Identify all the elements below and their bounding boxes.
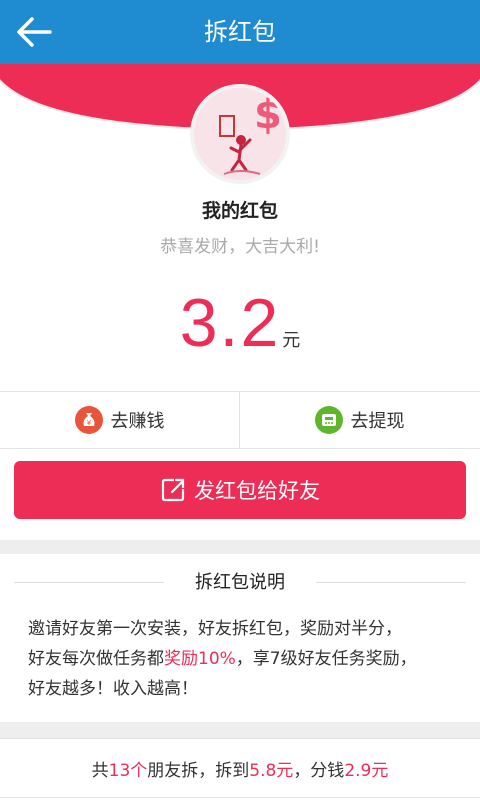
explain-section-title: 拆红包说明 bbox=[0, 568, 480, 598]
send-red-packet-button[interactable]: 发红包给好友 bbox=[14, 461, 466, 519]
avatar: $ bbox=[190, 84, 290, 184]
amount-unit: 元 bbox=[282, 330, 301, 351]
friend-count: 13个 bbox=[108, 760, 148, 781]
explain-line-1: 邀请好友第一次安装，好友拆红包，奖励对半分， bbox=[28, 619, 402, 639]
amount-got: 5.8元 bbox=[249, 760, 294, 781]
withdraw-button[interactable]: 去提现 bbox=[240, 392, 479, 448]
explain-line-2: 好友每次做任务都奖励10%，享7级好友任务奖励， bbox=[28, 644, 458, 674]
explain-line-2-post: ，享7级好友任务奖励， bbox=[235, 649, 417, 669]
svg-text:¥: ¥ bbox=[86, 419, 91, 427]
phone-icon bbox=[314, 406, 343, 434]
page-title: 拆红包 bbox=[204, 18, 276, 46]
section-divider-2 bbox=[0, 722, 480, 738]
earn-money-label: 去赚钱 bbox=[110, 411, 165, 432]
withdraw-label: 去提现 bbox=[350, 411, 405, 432]
summary-p2: 朋友拆，拆到 bbox=[147, 760, 250, 781]
summary-p3: ，分钱 bbox=[293, 760, 345, 781]
action-row: ¥ 去赚钱 去提现 bbox=[0, 391, 480, 449]
explain-text: 邀请好友第一次安装，好友拆红包，奖励对半分， 好友每次做任务都奖励10%，享7级… bbox=[28, 614, 458, 704]
wish-text: 恭喜发财，大吉大利! bbox=[160, 237, 320, 257]
send-button-label: 发红包给好友 bbox=[194, 479, 320, 503]
red-packet-owner-name: 我的红包 bbox=[201, 200, 278, 222]
amount-value: 3.2 bbox=[179, 285, 281, 361]
top-bar: 拆红包 bbox=[0, 0, 480, 64]
explain-title: 拆红包说明 bbox=[195, 572, 285, 593]
summary-p1: 共 bbox=[91, 760, 109, 781]
summary-footer: 共 13个 朋友拆，拆到 5.8元 ，分钱 2.9元 bbox=[0, 738, 480, 798]
amount-display: 3.2 元 bbox=[0, 284, 480, 362]
share-icon bbox=[161, 478, 185, 502]
explain-line-3: 好友越多！收入越高！ bbox=[28, 679, 198, 699]
amount-share: 2.9元 bbox=[344, 760, 389, 781]
reward-highlight: 奖励10% bbox=[164, 649, 236, 669]
money-bag-icon: ¥ bbox=[74, 406, 103, 434]
section-divider bbox=[0, 540, 480, 554]
earn-money-button[interactable]: ¥ 去赚钱 bbox=[0, 392, 240, 448]
explain-line-2-pre: 好友每次做任务都 bbox=[28, 649, 164, 669]
